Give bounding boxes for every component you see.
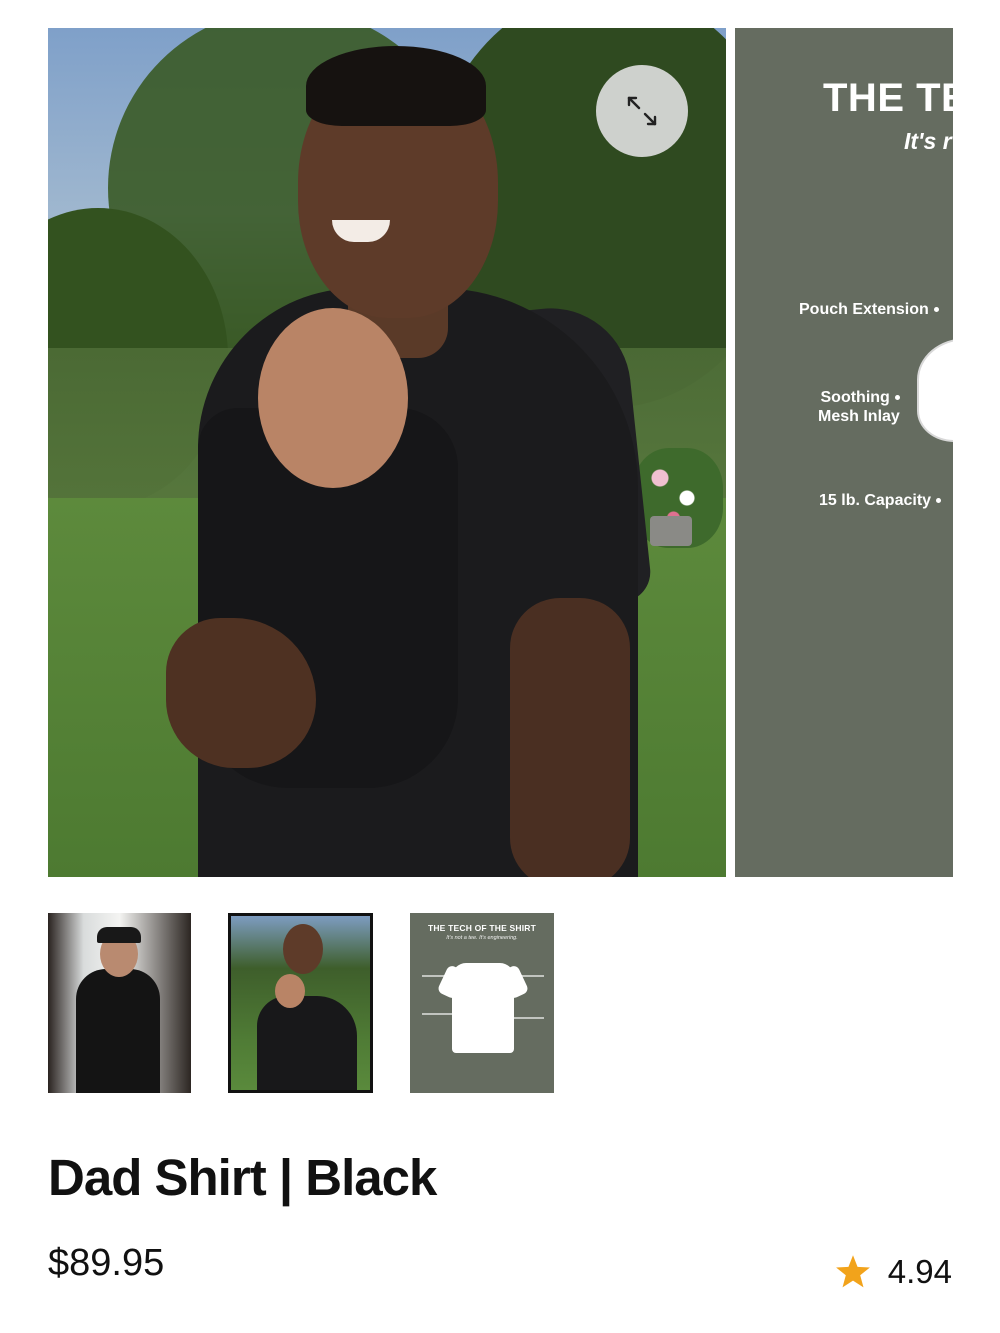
star-icon [835,1255,870,1288]
callout-line [514,1017,544,1019]
flower-pot [650,516,692,546]
tech-label-soothing-mesh: Soothing Mesh Inlay [818,388,900,426]
tech-slide-subtitle: It's r [904,128,952,154]
thumbnail-figure [257,996,357,1090]
product-title: Dad Shirt | Black [48,1149,437,1206]
bullet-dot [936,498,942,504]
tech-label-text: Mesh Inlay [818,408,900,425]
expand-image-button[interactable] [596,65,688,157]
callout-line [422,975,452,977]
thumbnail-figure [76,969,160,1093]
tech-label-text: Soothing [820,389,890,406]
model-arm [510,598,630,877]
shirt-illustration [452,963,514,1053]
tech-shirt-illustration [917,338,953,442]
tech-label-text: 15 lb. Capacity [819,492,932,509]
baby-head [258,308,408,488]
rating-value: 4.94 [887,1253,952,1290]
product-rating[interactable]: 4.94 [834,1253,952,1291]
main-product-photo[interactable] [48,28,726,877]
tech-slide-title: THE TE [823,76,953,120]
tech-label-pouch-extension: Pouch Extension [799,300,939,319]
thumbnail-2-selected[interactable] [228,913,373,1093]
thumbnail-3[interactable]: THE TECH OF THE SHIRT It's not a tee. It… [410,913,554,1093]
callout-line [514,975,544,977]
expand-arrows-icon [627,96,657,126]
callout-line [422,1013,452,1015]
model-hair [306,46,486,126]
thumbnail-tech-subtitle: It's not a tee. It's engineering. [446,935,518,941]
thumbnail-tech-title: THE TECH OF THE SHIRT [427,923,537,933]
tech-slide[interactable]: THE TE It's r Pouch Extension Soothing M… [735,28,953,877]
tech-label-capacity: 15 lb. Capacity [819,491,942,510]
thumbnail-cap [97,927,141,943]
product-image-gallery[interactable]: THE TE It's r Pouch Extension Soothing M… [48,28,1000,877]
product-price: $89.95 [48,1242,165,1284]
bullet-dot [933,307,939,313]
bullet-dot [894,395,900,401]
thumbnail-1[interactable] [48,913,191,1093]
thumbnail-baby [275,974,305,1008]
thumbnail-head [283,924,323,974]
tech-label-text: Pouch Extension [799,301,929,318]
